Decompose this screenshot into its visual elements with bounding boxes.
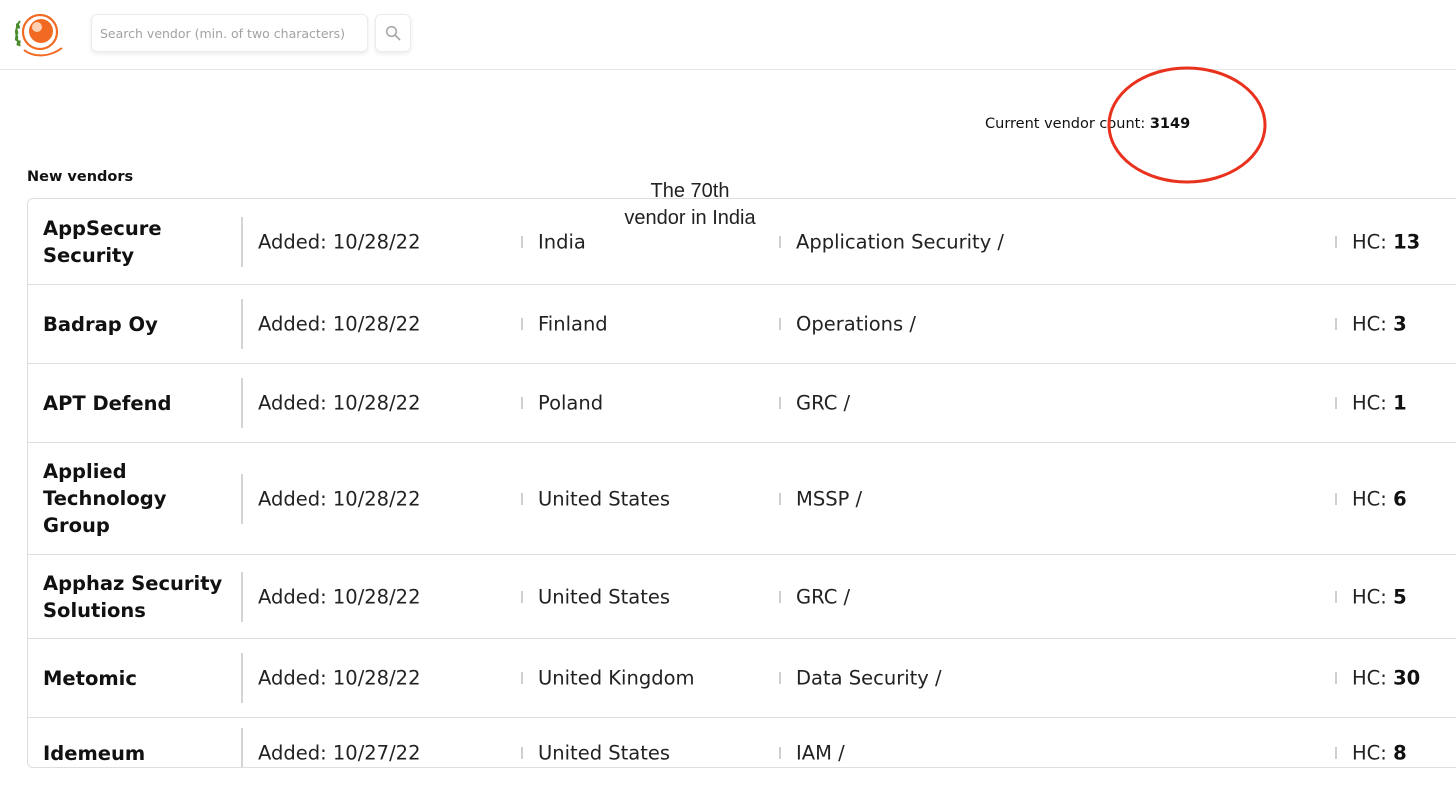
headcount-value: 5 (1393, 585, 1407, 608)
vendor-headcount: HC: 30 (1352, 667, 1420, 690)
annotation-line-1: The 70th (650, 180, 730, 202)
vendor-added-date: Added: 10/28/22 (258, 666, 421, 690)
vendor-name[interactable]: Metomic (43, 639, 238, 717)
headcount-value: 13 (1393, 230, 1421, 253)
vendor-row[interactable]: Idemeum Added: 10/27/22 United States IAM /… (28, 718, 1456, 767)
vendor-category: Operations / (796, 312, 916, 336)
headcount-value: 30 (1393, 666, 1421, 690)
section-title: New vendors (27, 169, 134, 185)
column-divider (779, 590, 781, 603)
headcount-value: 6 (1393, 487, 1407, 510)
column-divider (779, 672, 781, 684)
column-divider (1335, 590, 1337, 603)
column-divider (779, 235, 781, 248)
vendor-name[interactable]: Applied Technology Group (43, 443, 238, 554)
column-divider (241, 299, 243, 349)
search-button[interactable] (375, 14, 411, 52)
column-divider (521, 235, 523, 248)
vendor-country: United Kingdom (538, 666, 695, 690)
column-divider (1335, 235, 1337, 248)
vendor-row[interactable]: Metomic Added: 10/28/22 United Kingdom Data… (28, 639, 1456, 718)
column-divider (241, 378, 243, 428)
column-divider (779, 318, 781, 330)
column-divider (521, 397, 523, 409)
column-divider (521, 590, 523, 603)
vendor-count-label: Current vendor count: (985, 116, 1146, 132)
column-divider (241, 216, 243, 267)
vendor-name[interactable]: APT Defend (43, 364, 238, 442)
vendor-country: United States (538, 487, 671, 510)
vendor-added-date: Added: 10/28/22 (258, 230, 421, 253)
vendor-row[interactable]: Badrap Oy Added: 10/28/22 Finland Operation… (28, 285, 1456, 364)
column-divider (521, 318, 523, 330)
vendor-headcount: HC: 3 (1352, 313, 1407, 336)
column-divider (521, 747, 523, 759)
annotation-text: The 70th vendor in India (600, 178, 780, 232)
vendor-country: Poland (538, 391, 604, 415)
vendor-added-date: Added: 10/28/22 (258, 487, 421, 510)
column-divider (241, 653, 243, 703)
vendor-name[interactable]: Idemeum (43, 718, 238, 767)
vendor-added-date: Added: 10/28/22 (258, 312, 421, 336)
column-divider (779, 397, 781, 409)
top-bar (0, 0, 1456, 70)
vendor-list: AppSecure Security Added: 10/28/22 India Ap… (27, 198, 1456, 768)
column-divider (241, 571, 243, 622)
vendor-added-date: Added: 10/27/22 (258, 741, 421, 765)
vendor-category: Application Security / (796, 230, 1004, 253)
vendor-category: Data Security / (796, 666, 942, 690)
vendor-row[interactable]: APT Defend Added: 10/28/22 Poland GRC / HC: … (28, 364, 1456, 443)
column-divider (1335, 672, 1337, 684)
headcount-label: HC: (1352, 585, 1387, 608)
vendor-added-date: Added: 10/28/22 (258, 585, 421, 608)
vendor-country: Finland (538, 312, 608, 336)
vendor-headcount: HC: 6 (1352, 487, 1407, 510)
column-divider (521, 492, 523, 505)
vendor-added-date: Added: 10/28/22 (258, 391, 421, 415)
headcount-label: HC: (1352, 741, 1387, 765)
column-divider (1335, 747, 1337, 759)
vendor-headcount: HC: 5 (1352, 585, 1407, 608)
headcount-value: 3 (1393, 312, 1407, 336)
vendor-country: United States (538, 741, 671, 765)
column-divider (779, 492, 781, 505)
vendor-category: MSSP / (796, 487, 863, 510)
column-divider (1335, 397, 1337, 409)
headcount-label: HC: (1352, 666, 1387, 690)
vendor-headcount: HC: 1 (1352, 392, 1407, 415)
headcount-value: 1 (1393, 391, 1407, 415)
vendor-name[interactable]: Badrap Oy (43, 285, 238, 363)
column-divider (1335, 492, 1337, 505)
headcount-label: HC: (1352, 230, 1387, 253)
logo[interactable] (12, 10, 66, 58)
vendor-headcount: HC: 13 (1352, 230, 1420, 253)
column-divider (241, 473, 243, 524)
column-divider (241, 728, 243, 767)
column-divider (1335, 318, 1337, 330)
column-divider (521, 672, 523, 684)
vendor-country: India (538, 230, 586, 253)
headcount-value: 8 (1393, 741, 1407, 765)
vendor-name[interactable]: AppSecure Security (43, 199, 238, 284)
headcount-label: HC: (1352, 312, 1387, 336)
vendor-category: IAM / (796, 741, 845, 765)
vendor-count-value: 3149 (1149, 116, 1191, 132)
vendor-count: Current vendor count: 3149 (985, 116, 1190, 132)
vendor-row[interactable]: Applied Technology Group Added: 10/28/22 U… (28, 443, 1456, 555)
vendor-name[interactable]: Apphaz Security Solutions (43, 555, 238, 638)
column-divider (779, 747, 781, 759)
search-icon (385, 25, 401, 41)
vendor-headcount: HC: 8 (1352, 742, 1407, 765)
annotation-line-2: vendor in India (624, 207, 756, 229)
headcount-label: HC: (1352, 487, 1387, 510)
search-input[interactable] (91, 14, 368, 52)
vendor-row[interactable]: Apphaz Security Solutions Added: 10/28/22… (28, 555, 1456, 639)
headcount-label: HC: (1352, 391, 1387, 415)
vendor-category: GRC / (796, 391, 851, 415)
vendor-category: GRC / (796, 585, 851, 608)
vendor-country: United States (538, 585, 671, 608)
